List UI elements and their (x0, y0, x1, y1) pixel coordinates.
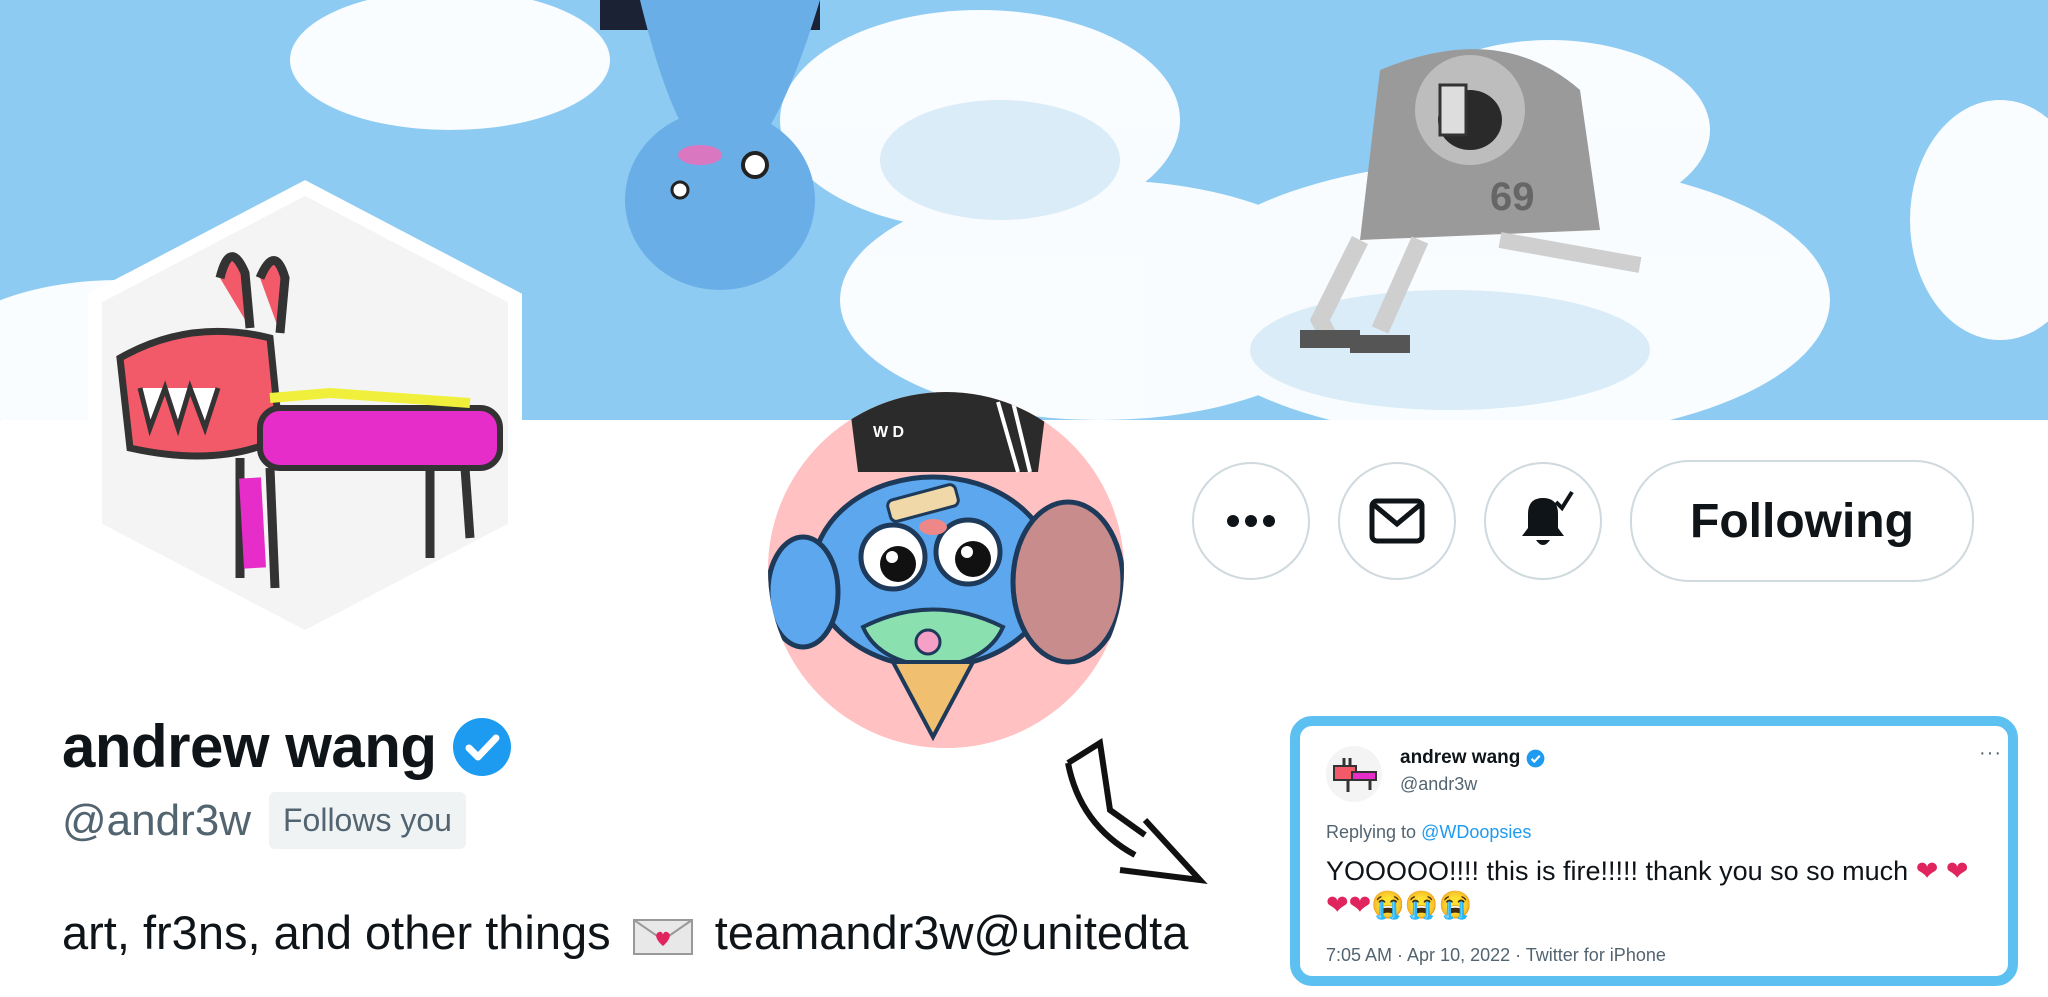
heart-emoji-icon: ❤ (1326, 890, 1349, 920)
more-options-button[interactable] (1192, 462, 1310, 580)
display-name: andrew wang (62, 713, 437, 780)
notifications-button[interactable] (1484, 462, 1602, 580)
heart-emoji-icon: ❤ (1915, 856, 1939, 886)
creature-avatar-image: W D (768, 392, 1124, 748)
replying-to: Replying to @WDoopsies (1326, 822, 1531, 843)
tweet-body: YOOOOO!!!! this is fire!!!!! thank you s… (1326, 856, 1909, 886)
bio-text: art, fr3ns, and other things (62, 906, 611, 959)
message-button[interactable] (1338, 462, 1456, 580)
arrow-doodle-icon (1040, 735, 1210, 890)
tweet-more-button[interactable]: ··· (1979, 742, 2002, 765)
bio-email[interactable]: teamandr3w@unitedta (715, 906, 1189, 959)
verified-badge-icon (452, 717, 511, 776)
tweet-timestamp: 7:05 AM · Apr 10, 2022 · Twitter for iPh… (1326, 945, 1666, 965)
profile-handle: @andr3w (62, 795, 251, 845)
tweet-text: YOOOOO!!!! this is fire!!!!! thank you s… (1326, 854, 1986, 922)
heart-emoji-icon: ❤ (1945, 856, 1969, 886)
tweet-handle: @andr3w (1400, 774, 1478, 794)
profile-actions: Following (1192, 460, 1974, 582)
more-icon (1227, 515, 1275, 527)
tweet-display-name: andrew wang (1400, 747, 1521, 768)
profile-name: andrew wang (62, 712, 513, 781)
follows-you-badge: Follows you (268, 792, 466, 849)
verified-badge-icon (1526, 749, 1545, 767)
svg-text:W D: W D (873, 424, 904, 441)
replying-to-link[interactable]: @WDoopsies (1421, 822, 1531, 842)
crying-face-icon: 😭 (1438, 890, 1473, 920)
crying-face-icon: 😭 (1404, 890, 1439, 920)
bell-icon (1522, 490, 1574, 545)
love-letter-icon (632, 918, 693, 955)
profile-avatar[interactable] (70, 178, 540, 648)
mail-icon (1369, 498, 1425, 544)
heart-emoji-icon: ❤ (1348, 890, 1372, 920)
crying-face-icon: 😭 (1371, 890, 1405, 920)
tweet-card[interactable]: andrew wang @andr3w ··· Replying to @WDo… (1290, 716, 2018, 986)
following-button[interactable]: Following (1630, 460, 1974, 582)
tweet-avatar[interactable] (1326, 746, 1382, 802)
tweet-author-name: andrew wang (1400, 747, 1545, 769)
svg-text:69: 69 (1490, 175, 1535, 219)
replying-prefix: Replying to (1326, 822, 1417, 842)
profile-bio: art, fr3ns, and other things teamandr3w@… (62, 905, 1188, 960)
handle-row: @andr3w Follows you (62, 792, 466, 849)
